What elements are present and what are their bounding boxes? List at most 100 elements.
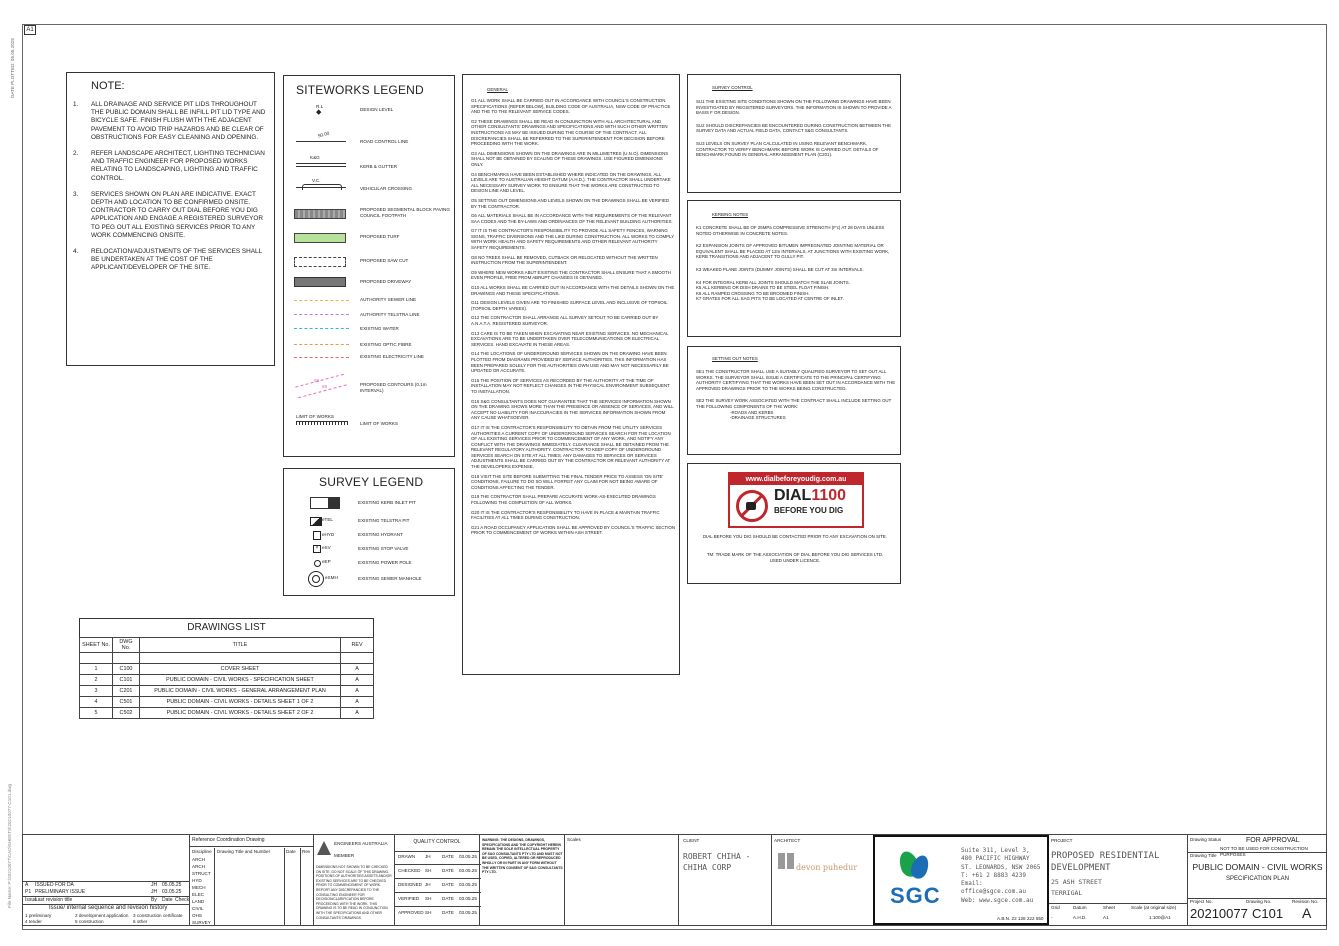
general-item: G20 IT IS THE CONTRACTOR'S RESPONSIBILIT…: [471, 509, 660, 521]
general-title: GENERAL: [487, 87, 508, 92]
cell: PUBLIC DOMAIN - CIVIL WORKS - SPECIFICAT…: [139, 674, 341, 686]
grid-header: Scale (at original size): [1131, 905, 1177, 910]
setting-out-item: -DRAINAGE STRUCTURES: [730, 415, 786, 421]
sgc-abn: A.B.N. 22 128 222 550: [997, 916, 1044, 921]
qc-label: CHECKED: [398, 868, 421, 873]
rev-legend: 6 other: [133, 919, 148, 924]
ref-header: Date: [286, 849, 296, 854]
note-text: REFER LANDSCAPE ARCHITECT, LIGHTING TECH…: [91, 150, 265, 182]
project-no-label: Project No.: [1190, 899, 1213, 904]
cell: 1: [79, 663, 113, 675]
telstra-pit-icon: [310, 517, 322, 526]
kerb-gutter-symbol: K&G: [296, 155, 346, 168]
qc-date: 03.05.25: [459, 868, 477, 873]
note-panel: NOTE: 1. ALL DRAINAGE AND SERVICE PIT LID…: [66, 72, 275, 366]
rev-by: JH: [151, 889, 158, 895]
general-item: G15 THE POSITION OF SERVICES AS RECORDED…: [471, 377, 670, 394]
setting-out-title: SETTING OUT NOTES: [712, 356, 758, 361]
setting-out-item: SE1 THE CONSTRUCTOR SHALL USE A SUITABLY…: [696, 369, 896, 391]
no-dig-icon: [736, 490, 768, 522]
cell: PUBLIC DOMAIN - CIVIL WORKS - DETAILS SH…: [139, 696, 341, 708]
note-title: NOTE:: [91, 80, 125, 92]
sawcut-swatch: [294, 257, 346, 267]
col-header: DWG No.: [112, 637, 140, 653]
rev-title: PRELIMINARY ISSUE: [35, 889, 86, 895]
drawings-list-table: SHEET No. DWG No. TITLE REV 1 C100 COVER S…: [79, 637, 374, 719]
legend-label: PROPOSED TURF: [360, 234, 400, 239]
project-suburb: TERRIGAL: [1051, 889, 1083, 897]
general-item: G8 NO TREES SHALL BE REMOVED, CUTBACK OR…: [471, 254, 658, 266]
note-item: 1. ALL DRAINAGE AND SERVICE PIT LIDS THRO…: [73, 101, 270, 142]
project-address: 25 ASH STREET: [1051, 878, 1102, 886]
note-item: 3. SERVICES SHOWN ON PLAN ARE INDICATIVE.…: [73, 191, 270, 240]
qc-date: 03.05.25: [459, 882, 477, 887]
general-item: G12 THE CONTRACTOR SHALL ARRANGE ALL SUR…: [471, 315, 659, 326]
siteworks-legend-panel: SITEWORKS LEGEND R.L ◆ 50.00 K&G V.C. 88 …: [283, 75, 455, 457]
survey-label: EXISTING HYDRANT: [358, 532, 403, 537]
general-item: G5 SETTING OUT DIMENSIONS AND LEVELS SHO…: [471, 197, 670, 209]
ea-logo-icon: [317, 841, 331, 855]
survey-tag: eTEL: [322, 517, 333, 522]
general-notes-panel: GENERAL G1 ALL WORK SHALL BE CARRIED OUT…: [462, 74, 680, 675]
survey-control-item: SU3 LEVELS ON SURVEY PLAN CALCULATED IN …: [696, 140, 879, 158]
ref-row: ARCH: [192, 864, 206, 869]
ref-row: MECH: [192, 885, 206, 890]
note-item: 4. RELOCATION/ADJUSTMENTS OF THE SERVICES…: [73, 248, 270, 273]
paving-swatch: [294, 209, 346, 219]
dbyd-url: www.dialbeforeyoudig.com.au: [730, 474, 862, 485]
rev-header: By: [151, 897, 157, 903]
qc-date-label: DATE: [442, 868, 454, 873]
sheet-size-tag: A1: [24, 25, 36, 35]
kerbing-item: K7 GRATES FOR ALL SAG PITS TO BE LOCATED…: [696, 296, 844, 302]
survey-label: EXISTING KERB INLET PIT: [358, 500, 416, 505]
legend-label: DESIGN LEVEL: [360, 107, 394, 112]
cell: A: [340, 685, 374, 697]
setting-out-item: SE2 THE SURVEY WORK ASSOCIATED WITH THE …: [696, 398, 892, 409]
cell: COVER SHEET: [139, 663, 341, 675]
note-item: 2. REFER LANDSCAPE ARCHITECT, LIGHTING TE…: [73, 150, 270, 183]
rev-legend: 5 construction: [75, 919, 104, 924]
design-level-symbol: R.L ◆: [316, 104, 323, 116]
client-label: CLIENT: [683, 838, 700, 843]
rev-date: 05.05.25: [162, 882, 182, 888]
table-row: 5 C502 PUBLIC DOMAIN - CIVIL WORKS - DETAI…: [79, 707, 374, 719]
road-control-symbol: 50.00: [296, 131, 346, 144]
qc-date: 03.05.25: [459, 896, 477, 901]
sgc-address-line: T: +61 2 8883 4239: [961, 871, 1027, 879]
qc-title: QUALITY CONTROL: [395, 835, 479, 852]
cell: 2: [79, 674, 113, 686]
side-file-text: File Name: P:\20210077\CAD\SHEETS\202100…: [7, 783, 12, 908]
table-row: 2 C101 PUBLIC DOMAIN - CIVIL WORKS - SPECI…: [79, 674, 374, 686]
ea-sub: MEMBER: [334, 853, 355, 858]
qc-initials: SH: [425, 896, 432, 901]
general-item: G1 ALL WORK SHALL BE CARRIED OUT IN ACCO…: [471, 98, 671, 115]
table-row: 4 C501 PUBLIC DOMAIN - CIVIL WORKS - DETAI…: [79, 696, 374, 708]
cell: 5: [79, 707, 113, 719]
rev-header: Last revision title: [35, 897, 73, 903]
drawings-list-title: DRAWINGS LIST: [187, 622, 266, 633]
status-label: Drawing Status: [1190, 837, 1222, 842]
ref-row: HYD: [192, 878, 202, 883]
engineers-australia: ENGINEERS AUSTRALIA MEMBER DIMENSIONS NO…: [314, 835, 394, 925]
general-item: G2 THESE DRAWINGS SHALL BE READ IN CONJU…: [471, 118, 668, 147]
grid-datum-row: Grid Datum Sheet Scale (at original size…: [1049, 903, 1187, 926]
general-list: G1 ALL WORK SHALL BE CARRIED OUT IN ACCO…: [471, 98, 675, 540]
electric-line: [294, 357, 349, 358]
general-item: G19 THE CONTRACTOR SHALL PREPARE ACCURAT…: [471, 494, 656, 506]
architect-logo-text: devon puhedur: [796, 863, 858, 872]
cell: A: [340, 696, 374, 708]
legend-label: EXISTING OPTIC FIBRE: [360, 342, 412, 347]
survey-label: EXISTING TELSTRA PIT: [358, 518, 410, 523]
col-header: SHEET No.: [79, 637, 113, 653]
note-text: ALL DRAINAGE AND SERVICE PIT LIDS THROUG…: [91, 101, 266, 141]
survey-control-list: SU1 THE EXISTING SITE CONDITIONS SHOWN O…: [696, 99, 896, 162]
grid-value: A.H.D.: [1073, 915, 1087, 920]
legend-label: EXISTING WATER: [360, 326, 399, 331]
qc-date: 03.05.25: [459, 854, 477, 859]
note-num: 1.: [73, 101, 79, 108]
kerbing-item: K2 EXPANSION JOINTS OF APPROVED BITUMEN …: [696, 243, 890, 260]
hydrant-icon: [313, 531, 321, 540]
cell: 4: [79, 696, 113, 708]
qc-date-label: DATE: [442, 896, 454, 901]
cell: C502: [112, 707, 140, 719]
